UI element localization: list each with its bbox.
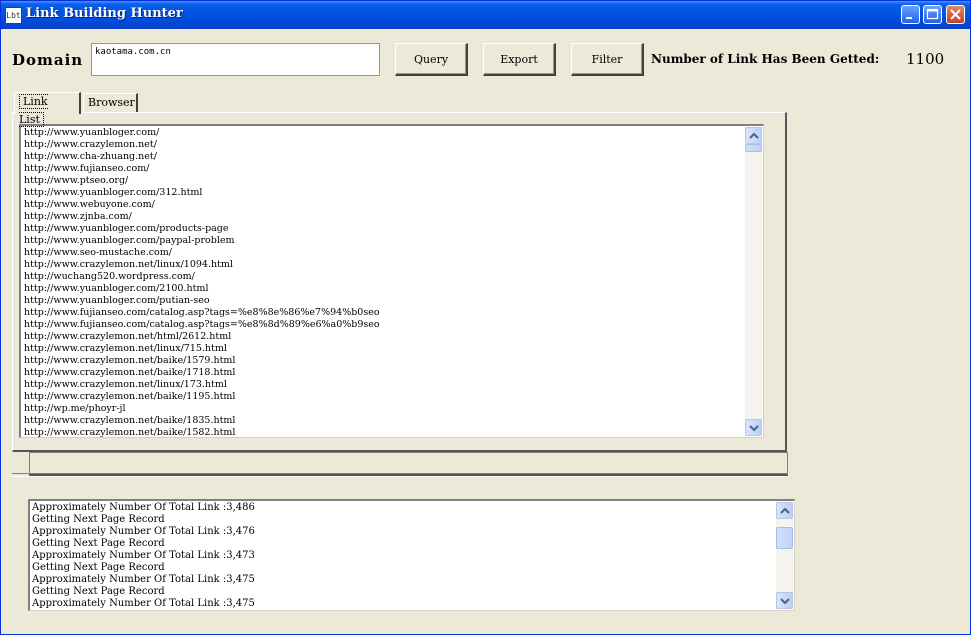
log-line[interactable]: Approximately Number Of Total Link :3,47… [32, 598, 772, 610]
query-button[interactable]: Query [395, 43, 468, 76]
link-list-item[interactable]: http://www.yuanbloger.com/ [24, 127, 744, 139]
link-list-item[interactable]: http://www.yuanbloger.com/paypal-problem [24, 235, 744, 247]
main-window: Lbt Link Building Hunter Domain kaotama.… [0, 0, 971, 635]
log-line[interactable]: Getting Next Page Record [32, 586, 772, 598]
log-list: Approximately Number Of Total Link :3,48… [32, 502, 772, 610]
scroll-thumb[interactable] [776, 527, 793, 549]
window-title: Link Building Hunter [26, 6, 183, 21]
link-list-item[interactable]: http://www.yuanbloger.com/putian-seo [24, 295, 744, 307]
export-button[interactable]: Export [483, 43, 556, 76]
link-count-label: Number of Link Has Been Getted: [651, 52, 880, 66]
link-list-item[interactable]: http://www.yuanbloger.com/312.html [24, 187, 744, 199]
link-list-item[interactable]: http://www.fujianseo.com/ [24, 163, 744, 175]
link-list-item[interactable]: http://www.crazylemon.net/ [24, 139, 744, 151]
minimize-button[interactable] [901, 5, 920, 24]
link-list-item[interactable]: http://www.ptseo.org/ [24, 175, 744, 187]
link-list-item[interactable]: http://www.crazylemon.net/baike/1579.htm… [24, 355, 744, 367]
scroll-down-button[interactable] [745, 419, 762, 436]
log-line[interactable]: Getting Next Page Record [32, 538, 772, 550]
maximize-button[interactable] [923, 5, 942, 24]
link-list-item[interactable]: http://www.crazylemon.net/linux/1094.htm… [24, 259, 744, 271]
link-list-item[interactable]: http://www.yuanbloger.com/2100.html [24, 283, 744, 295]
link-list-item[interactable]: http://wp.me/phoyr-jl [24, 403, 744, 415]
tab-browser[interactable]: Browser [83, 93, 138, 113]
link-list-item[interactable]: http://www.fujianseo.com/catalog.asp?tag… [24, 319, 744, 331]
title-bar[interactable]: Lbt Link Building Hunter [1, 1, 970, 29]
link-list-item[interactable]: http://www.yuanbloger.com/products-page [24, 223, 744, 235]
link-list-item[interactable]: http://www.crazylemon.net/html/2612.html [24, 331, 744, 343]
close-button[interactable] [946, 5, 965, 24]
maximize-icon [926, 8, 939, 20]
link-list-item[interactable]: http://www.crazylemon.net/baike/1835.htm… [24, 415, 744, 427]
log-box[interactable]: Approximately Number Of Total Link :3,48… [28, 499, 795, 611]
log-scrollbar[interactable] [776, 502, 793, 609]
minimize-icon [906, 17, 912, 19]
link-list-item[interactable]: http://www.fujianseo.com/catalog.asp?tag… [24, 307, 744, 319]
close-icon [950, 9, 961, 20]
log-line[interactable]: Approximately Number Of Total Link :3,47… [32, 550, 772, 562]
arrow-down-icon [749, 425, 759, 432]
log-line[interactable]: Getting Next Page Record [32, 562, 772, 574]
arrow-down-icon [780, 598, 790, 605]
scroll-up-button[interactable] [776, 502, 793, 519]
link-list-box[interactable]: http://www.yuanbloger.com/http://www.cra… [19, 124, 764, 438]
log-line[interactable]: Approximately Number Of Total Link :3,48… [32, 502, 772, 514]
link-list-item[interactable]: http://www.cha-zhuang.net/ [24, 151, 744, 163]
tab-label: Browser [88, 96, 135, 109]
arrow-up-icon [749, 132, 759, 139]
link-list-item[interactable]: http://www.crazylemon.net/linux/173.html [24, 379, 744, 391]
link-list-item[interactable]: http://www.zjnba.com/ [24, 211, 744, 223]
link-list-item[interactable]: http://www.crazylemon.net/linux/715.html [24, 343, 744, 355]
link-count-value: 1100 [906, 50, 945, 68]
link-list-scrollbar[interactable] [745, 127, 762, 436]
log-line[interactable]: Approximately Number Of Total Link :3,47… [32, 574, 772, 586]
domain-label: Domain [12, 51, 84, 69]
tab-label: Link List [19, 94, 48, 127]
link-list-item[interactable]: http://www.crazylemon.net/baike/1718.htm… [24, 367, 744, 379]
domain-input[interactable]: kaotama.com.cn [91, 43, 380, 76]
filter-button[interactable]: Filter [571, 43, 644, 76]
link-list-item[interactable]: http://www.webuyone.com/ [24, 199, 744, 211]
arrow-up-icon [780, 507, 790, 514]
link-list-item[interactable]: http://www.seo-mustache.com/ [24, 247, 744, 259]
scroll-up-button[interactable] [745, 127, 762, 144]
scroll-thumb[interactable] [745, 144, 762, 152]
tab-link-list[interactable]: Link List [14, 92, 81, 127]
link-list: http://www.yuanbloger.com/http://www.cra… [24, 127, 744, 437]
link-list-item[interactable]: http://www.crazylemon.net/baike/1195.htm… [24, 391, 744, 403]
scroll-down-button[interactable] [776, 592, 793, 609]
app-icon[interactable]: Lbt [5, 7, 22, 24]
divider [12, 473, 787, 477]
log-line[interactable]: Approximately Number Of Total Link :3,47… [32, 526, 772, 538]
link-list-item[interactable]: http://www.crazylemon.net/baike/1582.htm… [24, 427, 744, 437]
log-line[interactable]: Getting Next Page Record [32, 514, 772, 526]
link-list-item[interactable]: http://wuchang520.wordpress.com/ [24, 271, 744, 283]
